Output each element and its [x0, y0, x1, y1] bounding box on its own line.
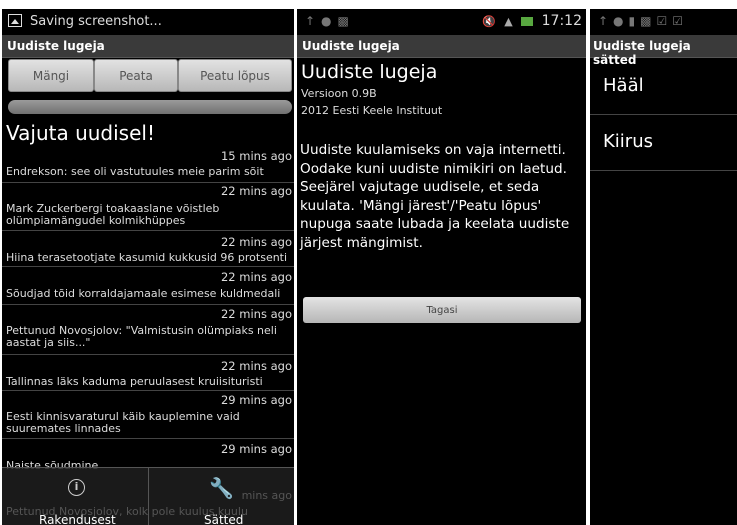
wrench-icon: 🔧 — [209, 476, 234, 500]
news-item[interactable]: 22 mins ago Pettunud Novosjolov: "Valmis… — [2, 305, 294, 355]
status-time: 17:12 — [541, 13, 582, 29]
news-headline: Mark Zuckerbergi toakaaslane võistleb ol… — [6, 202, 220, 227]
notification-icons: ↑●▮▩☑☑ — [598, 14, 688, 28]
news-headline: Tallinnas läks kaduma peruulasest kruiis… — [6, 375, 263, 388]
news-item[interactable]: 29 mins ago Eesti kinnisvaraturul käib k… — [2, 391, 294, 439]
news-time: 29 mins ago — [220, 442, 292, 456]
copyright-text: 2012 Eesti Keele Instituut — [301, 104, 443, 117]
news-time: 22 mins ago — [220, 235, 292, 249]
news-item[interactable]: 22 mins ago Hiina terasetootjate kasumid… — [2, 231, 294, 267]
app-title: Uudiste lugeja — [7, 39, 105, 53]
action-bar: Pettunud Novosjolov, kolk pole kuulus ku… — [2, 467, 294, 525]
info-icon: i — [68, 479, 85, 496]
news-headline: Sõudjad tõid korraldajamaale esimese kul… — [6, 287, 281, 300]
news-time: 15 mins ago — [220, 149, 292, 163]
signal-icon: ▲ — [504, 15, 513, 28]
mute-icon: 🔇 — [482, 15, 496, 28]
app-title: Uudiste lugeja — [302, 39, 400, 53]
description-text: Uudiste kuulamiseks on vaja internetti. … — [300, 142, 570, 251]
stop-at-end-button[interactable]: Peatu lõpus — [178, 59, 292, 92]
news-time: 22 mins ago — [220, 184, 292, 198]
news-item[interactable]: 22 mins ago Sõudjad tõid korraldajamaale… — [2, 267, 294, 305]
about-label: Rakendusest — [39, 513, 116, 525]
image-icon — [8, 14, 22, 27]
news-time: 22 mins ago — [220, 270, 292, 284]
news-headline: Pettunud Novosjolov: "Valmistusin olümpi… — [6, 324, 277, 349]
news-item[interactable]: 15 mins ago Endrekson: see oli vastutuul… — [2, 147, 294, 183]
about-button[interactable]: i Rakendusest — [2, 468, 148, 525]
settings-button[interactable]: 🔧 Sätted — [149, 468, 294, 525]
back-button[interactable]: Tagasi — [303, 297, 581, 323]
version-text: Versioon 0.9B — [301, 87, 377, 100]
settings-screen: ↑●▮▩☑☑ Uudiste lugeja sätted Hääl Kiirus — [590, 9, 737, 525]
setting-label: Kiirus — [603, 131, 653, 152]
news-item[interactable]: 22 mins ago Mark Zuckerbergi toakaaslane… — [2, 183, 294, 231]
status-bar: Saving screenshot... — [2, 9, 294, 34]
settings-label: Sätted — [204, 513, 244, 525]
news-time: 22 mins ago — [220, 359, 292, 373]
app-name: Uudiste lugeja — [301, 61, 438, 83]
stop-button[interactable]: Peata — [94, 59, 178, 92]
title-bar: Uudiste lugeja — [297, 35, 586, 58]
news-item[interactable]: 22 mins ago Tallinnas läks kaduma peruul… — [2, 355, 294, 391]
battery-icon — [521, 16, 534, 26]
status-right: 🔇 ▲ 17:12 — [482, 13, 582, 29]
status-bar: ↑●▩ 🔇 ▲ 17:12 — [297, 9, 586, 34]
news-time: 22 mins ago — [220, 307, 292, 321]
instruction-text: Vajuta uudisel! — [6, 121, 155, 145]
news-time: 29 mins ago — [220, 393, 292, 407]
loading-progress-bar — [8, 100, 292, 114]
news-list-screen: Saving screenshot... Uudiste lugeja Mäng… — [2, 9, 294, 525]
title-bar: Uudiste lugeja — [2, 35, 294, 58]
status-text: Saving screenshot... — [30, 14, 162, 29]
about-screen: ↑●▩ 🔇 ▲ 17:12 Uudiste lugeja Uudiste lug… — [297, 9, 586, 525]
news-headline: Eesti kinnisvaraturul käib kauplemine va… — [6, 410, 240, 435]
status-bar: ↑●▮▩☑☑ — [590, 9, 737, 34]
setting-voice[interactable]: Hääl — [590, 59, 737, 115]
play-button[interactable]: Mängi — [8, 59, 94, 92]
news-headline: Hiina terasetootjate kasumid kukkusid 96… — [6, 251, 288, 264]
notification-icons: ↑●▩ — [305, 14, 355, 28]
news-headline: Endrekson: see oli vastutuules meie pari… — [6, 165, 264, 178]
title-bar: Uudiste lugeja sätted — [590, 35, 737, 67]
setting-label: Hääl — [603, 75, 644, 96]
setting-speed[interactable]: Kiirus — [590, 115, 737, 171]
